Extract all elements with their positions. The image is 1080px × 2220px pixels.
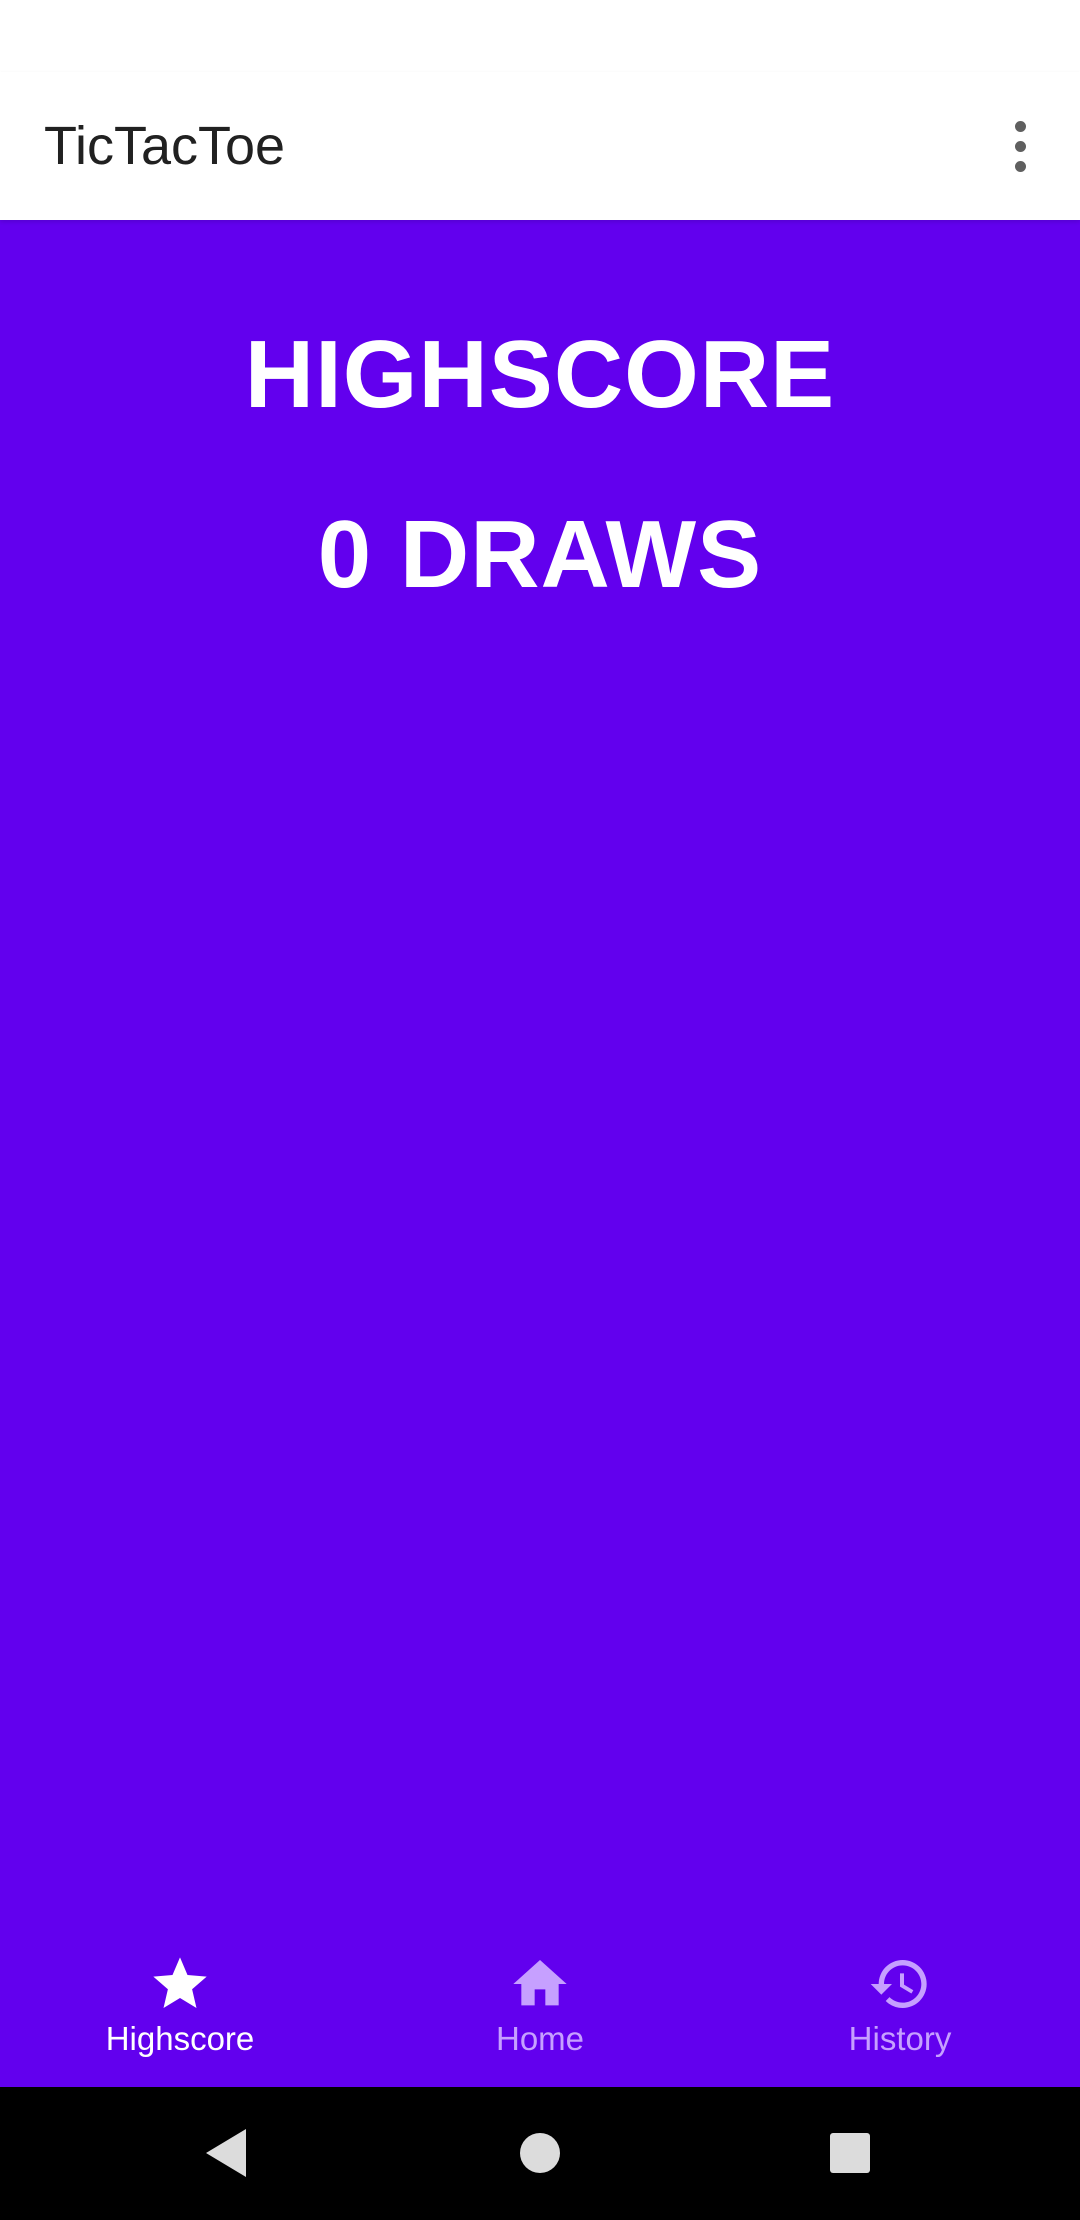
main-content: HIGHSCORE 0 DRAWS [0,220,1080,1940]
nav-item-highscore[interactable]: Highscore [0,1940,360,2087]
home-circle-icon [520,2133,560,2173]
bottom-navigation: Highscore Home History [0,1940,1080,2087]
star-icon [153,1957,207,2008]
nav-item-home[interactable]: Home [360,1940,720,2087]
history-icon [870,1960,927,2008]
nav-label-highscore: Highscore [105,2020,255,2057]
nav-label-home: Home [495,2020,585,2057]
more-vert-icon-dot [1014,140,1026,152]
highscore-heading: HIGHSCORE [244,321,836,428]
app-bar: TicTacToe [0,72,1080,220]
recents-button[interactable] [810,2113,890,2193]
app-title: TicTacToe [44,116,286,176]
screen: TicTacToe HIGHSCORE 0 DRAWS Highscore Ho… [0,0,1080,2220]
overflow-menu-button[interactable] [978,104,1062,188]
back-button[interactable] [186,2113,266,2193]
home-system-button[interactable] [500,2113,580,2193]
status-bar [0,0,1080,72]
more-vert-icon [1014,120,1026,132]
system-navigation-bar [0,2087,1080,2220]
home-icon [513,1960,567,2006]
back-icon [206,2129,246,2177]
recents-square-icon [830,2133,870,2173]
draws-score: 0 DRAWS [317,501,763,608]
nav-item-history[interactable]: History [720,1940,1080,2087]
more-vert-icon-dot [1014,160,1026,172]
nav-label-history: History [848,2020,952,2057]
